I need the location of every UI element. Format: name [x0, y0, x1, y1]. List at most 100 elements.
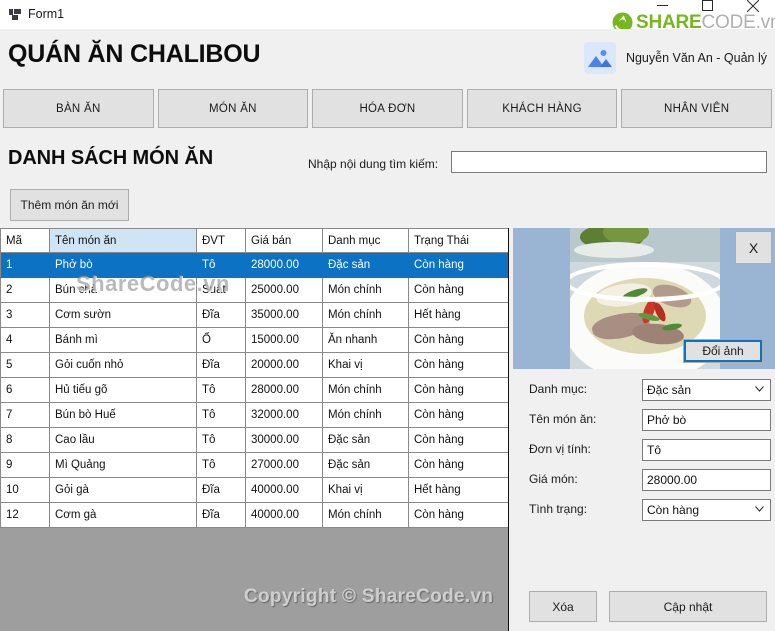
- cell-danh-muc[interactable]: Đặc sản: [322, 452, 409, 478]
- add-dish-button[interactable]: Thêm món ăn mới: [10, 189, 129, 221]
- column-header-gia-ban[interactable]: Giá bán: [245, 228, 323, 253]
- cell-trang-thai[interactable]: Còn hàng: [408, 327, 508, 353]
- cell-trang-thai[interactable]: Còn hàng: [408, 352, 508, 378]
- cell-ma[interactable]: 4: [0, 327, 50, 353]
- cell-danh-muc[interactable]: Khai vị: [322, 477, 409, 503]
- cell-gia-ban[interactable]: 28000.00: [245, 377, 323, 403]
- cell-dvt[interactable]: Suất: [196, 277, 246, 303]
- cell-ten-mon-an[interactable]: Hủ tiếu gõ: [49, 377, 197, 403]
- cell-gia-ban[interactable]: 30000.00: [245, 427, 323, 453]
- column-header-danh-muc[interactable]: Danh mục: [322, 228, 409, 253]
- dish-table-container[interactable]: Mã Tên món ăn ĐVT Giá bán Danh mục Trạng…: [0, 228, 509, 631]
- danh-muc-select[interactable]: Đặc sản: [642, 379, 771, 401]
- cell-trang-thai[interactable]: Hết hàng: [408, 302, 508, 328]
- cell-gia-ban[interactable]: 28000.00: [245, 252, 323, 278]
- nav-item-nhan-vien[interactable]: NHÂN VIÊN: [621, 89, 772, 128]
- minimize-button[interactable]: [640, 0, 685, 29]
- tinh-trang-select[interactable]: Còn hàng: [642, 499, 771, 521]
- cell-ma[interactable]: 1: [0, 252, 50, 278]
- cell-ten-mon-an[interactable]: Cơm gà: [49, 502, 197, 528]
- cell-ten-mon-an[interactable]: Bún chả: [49, 277, 197, 303]
- cell-gia-ban[interactable]: 40000.00: [245, 477, 323, 503]
- cell-ten-mon-an[interactable]: Bánh mì: [49, 327, 197, 353]
- cell-dvt[interactable]: Tô: [196, 402, 246, 428]
- nav-item-khach-hang[interactable]: KHÁCH HÀNG: [466, 89, 618, 128]
- cell-ten-mon-an[interactable]: Cơm sườn: [49, 302, 197, 328]
- cell-danh-muc[interactable]: Khai vị: [322, 352, 409, 378]
- table-row[interactable]: 9 Mì Quảng Tô 27000.00 Đặc sản Còn hàng: [0, 452, 508, 478]
- cell-dvt[interactable]: Đĩa: [196, 477, 246, 503]
- user-info[interactable]: Nguyễn Văn An - Quản lý: [583, 42, 767, 74]
- column-header-trang-thai[interactable]: Trạng Thái: [408, 228, 508, 253]
- cell-ma[interactable]: 2: [0, 277, 50, 303]
- cell-danh-muc[interactable]: Món chính: [322, 302, 409, 328]
- cell-gia-ban[interactable]: 35000.00: [245, 302, 323, 328]
- cell-trang-thai[interactable]: Còn hàng: [408, 427, 508, 453]
- nav-item-hoa-don[interactable]: HÓA ĐƠN: [312, 89, 463, 128]
- nav-item-ban-an[interactable]: BÀN ĂN: [3, 89, 154, 128]
- cell-danh-muc[interactable]: Đặc sản: [322, 427, 409, 453]
- table-row[interactable]: 2 Bún chả Suất 25000.00 Món chính Còn hàng: [0, 277, 508, 303]
- cell-dvt[interactable]: Tô: [196, 452, 246, 478]
- cell-ten-mon-an[interactable]: Mì Quảng: [49, 452, 197, 478]
- cell-gia-ban[interactable]: 20000.00: [245, 352, 323, 378]
- cell-ten-mon-an[interactable]: Phở bò: [49, 252, 197, 278]
- cell-danh-muc[interactable]: Món chính: [322, 277, 409, 303]
- ten-mon-an-input[interactable]: Phở bò: [642, 409, 771, 431]
- cell-danh-muc[interactable]: Ăn nhanh: [322, 327, 409, 353]
- cell-dvt[interactable]: Đĩa: [196, 302, 246, 328]
- cell-danh-muc[interactable]: Món chính: [322, 402, 409, 428]
- close-button[interactable]: [730, 0, 775, 29]
- table-row[interactable]: 3 Cơm sườn Đĩa 35000.00 Món chính Hết hàng: [0, 302, 508, 328]
- gia-mon-input[interactable]: 28000.00: [642, 469, 771, 491]
- column-header-ma[interactable]: Mã: [0, 228, 50, 253]
- column-header-ten-mon-an[interactable]: Tên món ăn: [49, 228, 197, 253]
- cell-trang-thai[interactable]: Còn hàng: [408, 402, 508, 428]
- table-row[interactable]: 1 Phở bò Tô 28000.00 Đặc sản Còn hàng: [0, 252, 508, 278]
- delete-button[interactable]: Xóa: [529, 591, 597, 622]
- table-row[interactable]: 7 Bún bò Huế Tô 32000.00 Món chính Còn hàng: [0, 402, 508, 428]
- cell-ma[interactable]: 7: [0, 402, 50, 428]
- table-row[interactable]: 10 Gỏi gà Đĩa 40000.00 Khai vị Hết hàng: [0, 477, 508, 503]
- table-row[interactable]: 8 Cao lầu Tô 30000.00 Đặc sản Còn hàng: [0, 427, 508, 453]
- change-image-button[interactable]: Đổi ảnh: [683, 339, 763, 363]
- cell-danh-muc[interactable]: Món chính: [322, 377, 409, 403]
- table-row[interactable]: 4 Bánh mì Ổ 15000.00 Ăn nhanh Còn hàng: [0, 327, 508, 353]
- cell-gia-ban[interactable]: 40000.00: [245, 502, 323, 528]
- cell-ma[interactable]: 8: [0, 427, 50, 453]
- column-header-dvt[interactable]: ĐVT: [196, 228, 246, 253]
- cell-trang-thai[interactable]: Còn hàng: [408, 502, 508, 528]
- cell-trang-thai[interactable]: Còn hàng: [408, 377, 508, 403]
- table-row[interactable]: 5 Gỏi cuốn nhỏ Đĩa 20000.00 Khai vị Còn hàng: [0, 352, 508, 378]
- cell-danh-muc[interactable]: Món chính: [322, 502, 409, 528]
- nav-item-mon-an[interactable]: MÓN ĂN: [157, 89, 309, 128]
- cell-danh-muc[interactable]: Đặc sản: [322, 252, 409, 278]
- cell-ten-mon-an[interactable]: Bún bò Huế: [49, 402, 197, 428]
- cell-ma[interactable]: 12: [0, 502, 50, 528]
- cell-trang-thai[interactable]: Còn hàng: [408, 452, 508, 478]
- search-input[interactable]: [451, 151, 767, 173]
- cell-trang-thai[interactable]: Còn hàng: [408, 252, 508, 278]
- cell-dvt[interactable]: Đĩa: [196, 352, 246, 378]
- cell-gia-ban[interactable]: 32000.00: [245, 402, 323, 428]
- cell-dvt[interactable]: Ổ: [196, 327, 246, 353]
- cell-ten-mon-an[interactable]: Cao lầu: [49, 427, 197, 453]
- cell-gia-ban[interactable]: 25000.00: [245, 277, 323, 303]
- cell-ma[interactable]: 10: [0, 477, 50, 503]
- remove-image-button[interactable]: X: [735, 231, 772, 264]
- cell-trang-thai[interactable]: Hết hàng: [408, 477, 508, 503]
- cell-ten-mon-an[interactable]: Gỏi cuốn nhỏ: [49, 352, 197, 378]
- cell-ma[interactable]: 5: [0, 352, 50, 378]
- don-vi-tinh-input[interactable]: Tô: [642, 439, 771, 461]
- maximize-button[interactable]: [685, 0, 730, 29]
- cell-gia-ban[interactable]: 15000.00: [245, 327, 323, 353]
- cell-dvt[interactable]: Đĩa: [196, 502, 246, 528]
- table-row[interactable]: 12 Cơm gà Đĩa 40000.00 Món chính Còn hàng: [0, 502, 508, 528]
- cell-ma[interactable]: 9: [0, 452, 50, 478]
- cell-gia-ban[interactable]: 27000.00: [245, 452, 323, 478]
- cell-dvt[interactable]: Tô: [196, 377, 246, 403]
- cell-ma[interactable]: 3: [0, 302, 50, 328]
- cell-trang-thai[interactable]: Còn hàng: [408, 277, 508, 303]
- cell-dvt[interactable]: Tô: [196, 427, 246, 453]
- update-button[interactable]: Cập nhật: [609, 591, 767, 622]
